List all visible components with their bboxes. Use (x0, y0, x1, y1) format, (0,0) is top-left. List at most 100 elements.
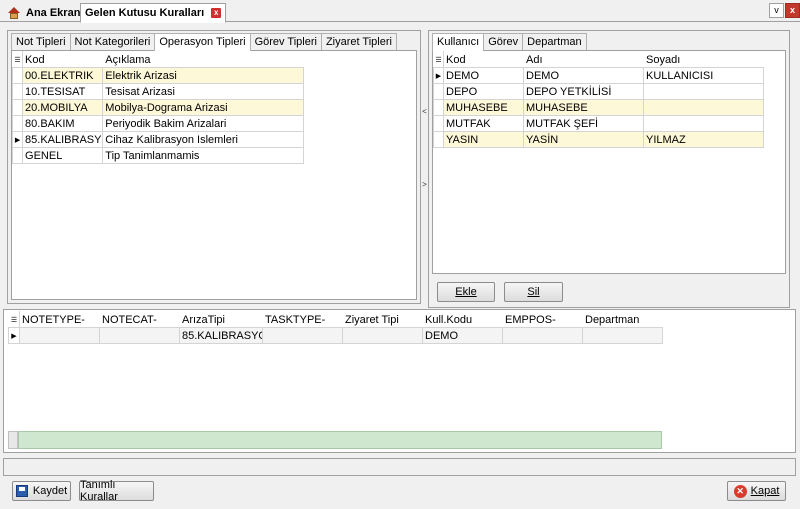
tab-ziyaret-tipleri[interactable]: Ziyaret Tipleri (320, 33, 397, 50)
cell-kod[interactable]: 80.BAKIM (22, 115, 104, 132)
cell-kod[interactable]: 10.TESISAT (22, 83, 104, 100)
tab-not-kategorileri[interactable]: Not Kategorileri (69, 33, 156, 50)
table-cell[interactable] (582, 327, 663, 344)
tab-operasyon-tipleri[interactable]: Operasyon Tipleri (154, 33, 251, 51)
table-row[interactable]: 00.ELEKTRIK Elektrik Arizasi (11, 67, 304, 84)
row-indicator (433, 99, 444, 116)
cell-adi[interactable]: MUTFAK ŞEFİ (523, 115, 644, 132)
add-button[interactable]: Ekle (437, 282, 495, 302)
table-row[interactable]: DEPO DEPO YETKİLİSİ (433, 83, 764, 100)
cell-kod[interactable]: 85.KALIBRASYON (22, 131, 104, 148)
column-header[interactable]: Kull.Kodu (422, 311, 503, 328)
tab-gorev-tipleri[interactable]: Görev Tipleri (249, 33, 322, 50)
panel-splitter[interactable]: < > (421, 107, 428, 197)
cell-kod[interactable]: YASIN (443, 131, 524, 148)
operasyon-table: ☰ Kod Açıklama 00.ELEKTRIK Elektrik Ariza… (11, 51, 304, 164)
cell-adi[interactable]: DEMO (523, 67, 644, 84)
table-cell[interactable] (19, 327, 100, 344)
cell-adi[interactable]: YASİN (523, 131, 644, 148)
rules-footer-bar (18, 431, 662, 449)
table-cell[interactable] (502, 327, 583, 344)
column-header-kod[interactable]: Kod (443, 51, 524, 68)
table-row[interactable]: ▶ 85.KALIBRASYON DEMO (8, 327, 663, 344)
cell-kod[interactable]: MUTFAK (443, 115, 524, 132)
table-row[interactable]: YASIN YASİN YILMAZ (433, 131, 764, 148)
cell-soyadi[interactable]: KULLANICISI (643, 67, 764, 84)
column-header[interactable]: ArızaTipi (179, 311, 263, 328)
close-button[interactable]: ✕ Kapat (727, 481, 786, 501)
window-close-button[interactable]: x (785, 3, 800, 18)
cell-soyadi[interactable]: YILMAZ (643, 131, 764, 148)
tab-kullanici[interactable]: Kullanıcı (432, 33, 485, 51)
rules-table: ☰ NOTETYPE- NOTECAT- ArızaTipi TASKTYPE- Ziy… (8, 311, 663, 344)
column-chooser-icon[interactable]: ☰ (11, 51, 24, 68)
table-cell[interactable] (262, 327, 343, 344)
cell-soyadi[interactable] (643, 99, 764, 116)
table-row[interactable]: ▶85.KALIBRASYONCihaz Kalibrasyon Islemle… (11, 131, 304, 148)
cell-aciklama[interactable]: Periyodik Bakim Arizalari (102, 115, 304, 132)
column-header-aciklama[interactable]: Açıklama (102, 51, 304, 68)
table-row[interactable]: MUHASEBE MUHASEBE (433, 99, 764, 116)
cell-kod[interactable]: 00.ELEKTRIK (22, 67, 104, 84)
tab-departman[interactable]: Departman (522, 33, 587, 50)
tab-gorev[interactable]: Görev (483, 33, 524, 50)
cell-kod[interactable]: DEPO (443, 83, 524, 100)
table-cell[interactable]: DEMO (422, 327, 503, 344)
table-row[interactable]: 10.TESISAT Tesisat Arizasi (11, 83, 304, 100)
tab-not-tipleri[interactable]: Not Tipleri (11, 33, 71, 50)
cell-kod[interactable]: GENEL (22, 147, 104, 164)
row-indicator: ▶ (11, 131, 24, 148)
tab-active-label: Gelen Kutusu Kuralları (85, 7, 205, 19)
tab-gelen-kutusu-kurallari[interactable]: Gelen Kutusu Kuralları x (80, 3, 227, 23)
table-row[interactable]: MUTFAK MUTFAK ŞEFİ (433, 115, 764, 132)
rules-footer-indicator (8, 431, 18, 449)
column-header[interactable]: EMPPOS- (502, 311, 583, 328)
column-header-kod[interactable]: Kod (22, 51, 104, 68)
table-cell[interactable]: 85.KALIBRASYON (179, 327, 263, 344)
window-menu-button[interactable]: v (769, 3, 784, 18)
cell-soyadi[interactable] (643, 83, 764, 100)
cell-soyadi[interactable] (643, 115, 764, 132)
splitter-arrow-left-icon[interactable]: < (421, 107, 428, 116)
column-header[interactable]: NOTECAT- (99, 311, 180, 328)
cell-aciklama[interactable]: Cihaz Kalibrasyon Islemleri (102, 131, 304, 148)
column-header[interactable]: TASKTYPE- (262, 311, 343, 328)
column-header[interactable]: NOTETYPE- (19, 311, 100, 328)
delete-button[interactable]: Sil (504, 282, 563, 302)
defined-rules-button[interactable]: Tanımlı Kurallar (79, 479, 154, 503)
column-chooser-icon[interactable]: ☰ (433, 51, 444, 68)
column-header[interactable]: Ziyaret Tipi (342, 311, 423, 328)
home-icon (8, 6, 20, 19)
table-cell[interactable] (99, 327, 180, 344)
save-button-label: Kaydet (32, 485, 68, 497)
cell-aciklama[interactable]: Mobilya-Dograma Arizasi (102, 99, 304, 116)
column-header-adi[interactable]: Adı (523, 51, 644, 68)
defined-rules-label: Tanımlı Kurallar (80, 479, 118, 503)
cell-aciklama[interactable]: Tip Tanimlanmamis (102, 147, 304, 164)
row-indicator (11, 115, 24, 132)
cell-adi[interactable]: MUHASEBE (523, 99, 644, 116)
cell-kod[interactable]: 20.MOBILYA (22, 99, 104, 116)
cell-aciklama[interactable]: Elektrik Arizasi (102, 67, 304, 84)
cell-adi[interactable]: DEPO YETKİLİSİ (523, 83, 644, 100)
column-header[interactable]: Departman (582, 311, 663, 328)
row-indicator (11, 147, 24, 164)
operasyon-tipleri-grid: ☰ Kod Açıklama 00.ELEKTRIK Elektrik Ariza… (11, 50, 417, 300)
cell-aciklama[interactable]: Tesisat Arizasi (102, 83, 304, 100)
tab-ana-ekran[interactable]: Ana Ekran (4, 3, 84, 22)
cell-kod[interactable]: DEMO (443, 67, 524, 84)
column-chooser-icon[interactable]: ☰ (8, 311, 20, 328)
row-indicator: ▶ (8, 327, 20, 344)
table-row[interactable]: GENEL Tip Tanimlanmamis (11, 147, 304, 164)
save-button[interactable]: Kaydet (12, 481, 71, 501)
cell-kod[interactable]: MUHASEBE (443, 99, 524, 116)
table-cell[interactable] (342, 327, 423, 344)
table-row[interactable]: ▶ DEMO DEMO KULLANICISI (433, 67, 764, 84)
close-tab-icon[interactable]: x (211, 8, 222, 18)
row-indicator: ▶ (433, 67, 444, 84)
splitter-arrow-right-icon[interactable]: > (421, 180, 428, 189)
row-indicator (11, 83, 24, 100)
table-row[interactable]: 20.MOBILYA Mobilya-Dograma Arizasi (11, 99, 304, 116)
column-header-soyadi[interactable]: Soyadı (643, 51, 764, 68)
table-row[interactable]: 80.BAKIM Periyodik Bakim Arizalari (11, 115, 304, 132)
